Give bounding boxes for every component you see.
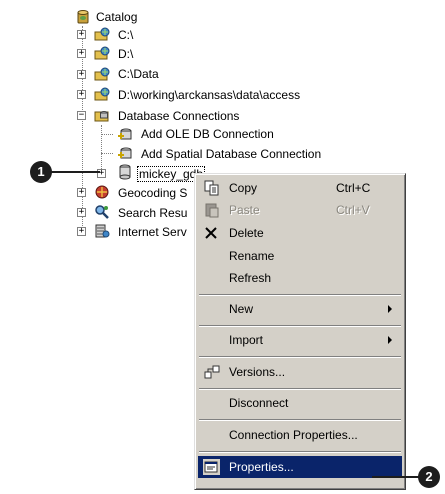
menu-item-refresh[interactable]: Refresh [198,267,402,289]
expand-icon[interactable]: + [77,70,86,79]
menu-item-properties[interactable]: Properties... [198,456,402,478]
collapse-icon[interactable]: − [77,111,86,120]
internet-servers-icon [95,224,110,238]
tree-item-d-working-access[interactable]: D:\working\arckansas\data\access [118,88,300,102]
menu-item-delete[interactable]: Delete [198,222,402,244]
tree-connector [101,134,113,135]
tree-item-c-drive[interactable]: C:\ [118,28,133,42]
menu-label: Refresh [229,271,272,285]
tree-item-database-connections[interactable]: Database Connections [118,109,239,123]
menu-item-disconnect[interactable]: Disconnect [198,392,402,414]
menu-item-versions[interactable]: Versions... [198,361,402,383]
menu-label: Properties... [229,460,294,474]
menu-item-copy[interactable]: Copy Ctrl+C [198,177,402,199]
menu-item-import[interactable]: Import [198,329,402,351]
submenu-arrow-icon [388,336,392,344]
menu-separator [199,356,401,358]
properties-icon [203,459,220,475]
menu-separator [199,294,401,296]
tree-connector [101,153,113,154]
expand-icon[interactable]: + [77,188,86,197]
step-callout-1: 1 [30,161,52,183]
menu-label: Delete [229,226,264,240]
expand-icon[interactable]: + [77,208,86,217]
menu-label: Import [229,333,264,347]
tree-item-d-drive[interactable]: D:\ [118,47,133,61]
paste-icon [205,203,219,218]
menu-separator [199,451,401,453]
menu-separator [199,325,401,327]
callout-leader-line [50,171,100,173]
geodatabase-icon [119,164,131,180]
drive-folder-icon [94,27,110,41]
tree-item-c-data[interactable]: C:\Data [118,67,159,81]
menu-separator [199,419,401,421]
tree-item-add-ole-db-connection[interactable]: Add OLE DB Connection [141,127,274,141]
tree-connector [101,125,102,173]
tree-item-add-spatial-database-connection[interactable]: Add Spatial Database Connection [141,147,321,161]
add-connection-icon [118,147,132,159]
drive-folder-icon [94,67,110,81]
database-connections-icon [94,111,109,122]
delete-x-icon [205,227,217,239]
tree-item-catalog[interactable]: Catalog [96,10,137,24]
expand-icon[interactable]: + [77,49,86,58]
geocoding-icon [95,185,109,199]
expand-icon[interactable]: + [77,30,86,39]
menu-shortcut: Ctrl+V [336,203,370,217]
tree-item-internet-servers[interactable]: Internet Serv [118,225,187,239]
expand-icon[interactable]: + [77,90,86,99]
step-callout-2: 2 [418,466,440,488]
tree-item-geocoding[interactable]: Geocoding S [118,186,187,200]
expand-icon[interactable]: + [77,227,86,236]
menu-label: Versions... [229,365,286,379]
menu-item-connection-properties[interactable]: Connection Properties... [198,424,402,446]
menu-item-paste[interactable]: Paste Ctrl+V [198,199,402,221]
menu-separator [199,388,401,390]
drive-folder-icon [94,46,110,60]
callout-leader-line [372,476,420,478]
tree-item-search-results[interactable]: Search Resu [118,206,187,220]
search-results-icon [95,205,109,219]
versions-icon [204,365,220,379]
menu-label: Paste [229,203,260,217]
drive-folder-icon [94,87,110,101]
menu-label: Rename [229,249,275,263]
menu-label: Connection Properties... [229,428,358,442]
add-connection-icon [118,128,132,140]
menu-item-new[interactable]: New [198,298,402,320]
copy-icon [204,180,219,196]
context-menu: Copy Ctrl+C Paste Ctrl+V Delete Rename R… [194,173,406,490]
menu-label: Copy [229,181,258,195]
menu-label: Disconnect [229,396,289,410]
menu-shortcut: Ctrl+C [336,181,371,195]
catalog-globe-icon [77,10,89,24]
menu-item-rename[interactable]: Rename [198,245,402,267]
menu-label: New [229,302,254,316]
submenu-arrow-icon [388,305,392,313]
